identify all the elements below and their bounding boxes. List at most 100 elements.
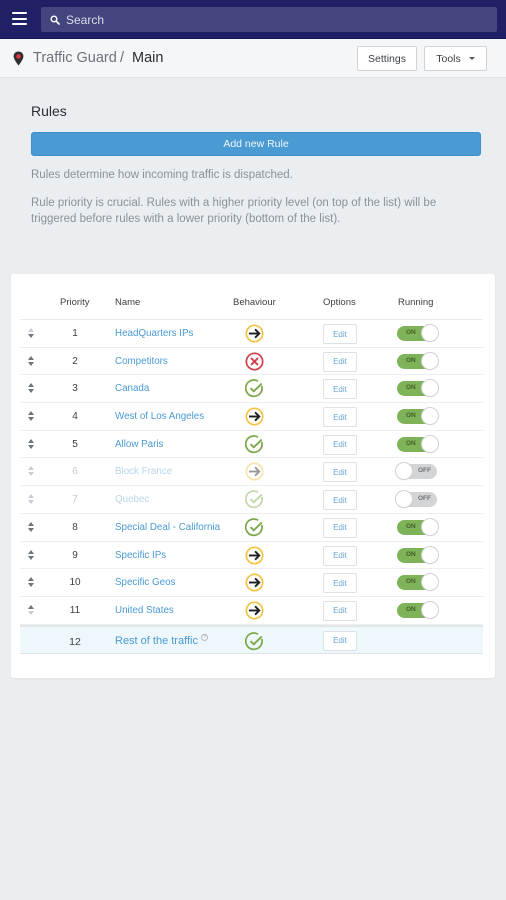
rule-priority: 6 [72, 466, 78, 478]
edit-rule-button[interactable]: Edit [323, 517, 357, 538]
add-new-rule-button[interactable]: Add new Rule [31, 132, 481, 156]
rule-name-link[interactable]: Canada [115, 383, 149, 394]
edit-rule-button[interactable]: Edit [323, 462, 357, 483]
table-row: 2 Competitors Edit ON [20, 348, 483, 376]
rule-priority: 9 [72, 549, 78, 561]
drag-sort-handle[interactable] [28, 604, 36, 617]
redirect-arrow-icon [245, 545, 264, 565]
running-toggle[interactable]: ON [397, 546, 438, 563]
rule-name-text: Rest of the traffic [115, 634, 198, 647]
toggle-state-label: ON [406, 439, 416, 447]
toggle-knob [422, 380, 438, 397]
running-toggle[interactable]: ON [397, 352, 438, 369]
page-header: Traffic Guard / Main Settings Tools [0, 39, 506, 78]
rule-name-link[interactable]: HeadQuarters IPs [115, 328, 193, 339]
running-toggle[interactable]: ON [397, 408, 438, 425]
edit-rule-button[interactable]: Edit [323, 434, 357, 455]
toggle-knob [422, 601, 438, 618]
rule-name-link[interactable]: West of Los Angeles [115, 411, 204, 422]
toggle-state-label: ON [406, 329, 416, 336]
drag-sort-handle[interactable] [28, 383, 36, 395]
drag-sort-handle[interactable] [28, 438, 36, 451]
drag-sort-handle[interactable] [28, 355, 36, 368]
table-row: 6 Block France Edit OFF [20, 458, 483, 487]
toggle-state-label: ON [406, 522, 416, 530]
move-up-icon [28, 466, 34, 471]
table-row: 4 West of Los Angeles Edit ON [20, 403, 483, 431]
block-x-icon [245, 352, 264, 371]
question-circle-icon[interactable]: ? [200, 633, 208, 641]
toggle-state-label: ON [406, 578, 416, 586]
rule-name-link[interactable]: Block France [115, 466, 172, 477]
rule-name-link[interactable]: Competitors [115, 356, 168, 367]
drag-sort-handle[interactable] [28, 549, 36, 562]
move-down-icon[interactable] [28, 417, 34, 422]
rule-priority: 8 [72, 521, 78, 533]
search-input[interactable] [66, 12, 486, 27]
edit-rule-button[interactable]: Edit [323, 545, 357, 566]
rule-name-link[interactable]: Quebec [115, 494, 149, 505]
allow-check-icon [244, 490, 264, 509]
move-down-icon[interactable] [28, 555, 34, 560]
drag-sort-handle[interactable] [28, 411, 36, 423]
edit-rule-button[interactable]: Edit [323, 379, 357, 400]
move-down-icon[interactable] [28, 389, 34, 394]
move-up-icon[interactable] [28, 411, 34, 416]
rule-name-link[interactable]: Specific Geos [115, 577, 175, 588]
page-title: Rules [31, 103, 67, 119]
move-up-icon[interactable] [28, 438, 34, 443]
running-toggle[interactable]: OFF [396, 491, 437, 508]
running-toggle[interactable]: ON [397, 574, 438, 591]
running-toggle[interactable]: ON [397, 325, 438, 341]
toggle-knob [396, 491, 412, 508]
rules-description: Rules determine how incoming traffic is … [31, 169, 293, 181]
drag-sort-handle[interactable] [28, 328, 36, 340]
edit-rule-button[interactable]: Edit [323, 573, 357, 594]
edit-rule-button[interactable]: Edit [323, 600, 357, 621]
toggle-knob [422, 352, 438, 369]
move-up-icon[interactable] [28, 355, 34, 360]
allow-check-icon [244, 631, 264, 651]
rule-name-link[interactable]: Specific IPs [115, 550, 166, 561]
hamburger-icon[interactable] [12, 12, 27, 25]
move-down-icon[interactable] [28, 527, 34, 532]
drag-sort-handle[interactable] [28, 577, 36, 589]
rule-name-link[interactable]: Special Deal - California [115, 522, 220, 533]
search-bar[interactable] [41, 7, 497, 32]
table-row: 1 HeadQuarters IPs Edit ON [20, 320, 483, 348]
move-up-icon[interactable] [28, 383, 34, 388]
move-up-icon [28, 494, 34, 499]
rule-name-link[interactable]: Allow Paris [115, 439, 163, 450]
edit-rule-button[interactable]: Edit [323, 630, 357, 651]
toggle-knob [422, 325, 438, 341]
rule-name-link[interactable]: United States [115, 605, 174, 616]
rule-name-link[interactable]: Rest of the traffic? [115, 633, 208, 647]
settings-button-label: Settings [368, 52, 406, 65]
table-row: 7 Quebec Edit OFF [20, 486, 483, 514]
drag-sort-handle[interactable] [28, 466, 36, 478]
redirect-arrow-icon [245, 324, 264, 343]
running-toggle[interactable]: ON [397, 518, 438, 535]
running-toggle[interactable]: OFF [396, 463, 437, 480]
move-down-icon[interactable] [28, 583, 34, 588]
move-up-icon[interactable] [28, 549, 34, 554]
move-up-icon[interactable] [28, 577, 34, 582]
running-toggle[interactable]: ON [397, 601, 438, 618]
edit-rule-button[interactable]: Edit [323, 324, 357, 344]
edit-rule-button[interactable]: Edit [323, 407, 357, 428]
running-toggle[interactable]: ON [397, 435, 438, 452]
drag-sort-handle[interactable] [28, 521, 36, 534]
move-down-icon[interactable] [28, 361, 34, 366]
move-up-icon[interactable] [28, 521, 34, 526]
drag-sort-handle[interactable] [28, 494, 36, 506]
breadcrumb-app[interactable]: Traffic Guard [33, 50, 117, 66]
settings-button[interactable]: Settings [357, 46, 417, 71]
toggle-state-label: ON [406, 550, 416, 558]
edit-rule-button[interactable]: Edit [323, 351, 357, 372]
move-down-icon[interactable] [28, 444, 34, 449]
tools-dropdown-button[interactable]: Tools [424, 46, 487, 71]
edit-rule-button[interactable]: Edit [323, 490, 357, 511]
move-up-icon[interactable] [28, 604, 34, 609]
move-down-icon[interactable] [28, 334, 34, 338]
running-toggle[interactable]: ON [397, 380, 438, 397]
